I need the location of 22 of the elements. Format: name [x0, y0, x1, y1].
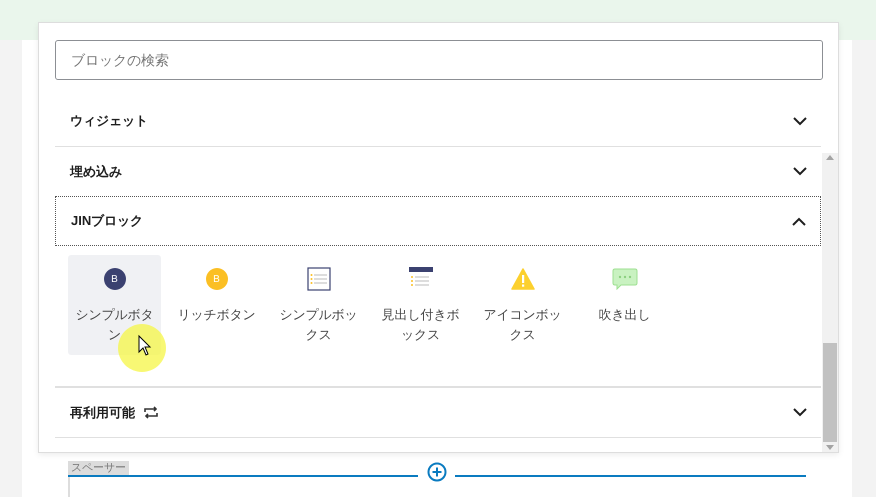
section-header[interactable]: JINブロック — [55, 196, 822, 246]
speech-bubble-icon — [612, 268, 638, 290]
chevron-down-icon — [793, 408, 808, 417]
block-item[interactable]: B リッチボタン — [170, 255, 263, 355]
block-item[interactable]: 吹き出し — [578, 255, 671, 355]
section-header[interactable]: 再利用可能 — [55, 387, 822, 437]
section-header[interactable]: 埋め込み — [55, 146, 822, 196]
list-box-icon — [306, 267, 330, 291]
scroll-down-icon[interactable] — [826, 444, 834, 450]
section-header[interactable]: ウィジェット — [55, 96, 822, 146]
search-field[interactable]: ブロックの検索 — [55, 40, 823, 80]
scroll-up-icon[interactable] — [826, 155, 834, 160]
warning-icon — [510, 268, 534, 290]
chevron-down-icon — [793, 167, 808, 176]
chevron-up-icon — [792, 216, 806, 226]
spacer-label: スペーサー — [68, 461, 129, 476]
block-item[interactable]: アイコンボックス — [476, 255, 569, 355]
block-item[interactable]: 見出し付きボックス — [374, 255, 467, 355]
scrollbar[interactable] — [822, 153, 838, 452]
block-item[interactable]: シンプルボックス — [272, 255, 365, 355]
cursor-highlight-icon — [118, 324, 166, 372]
chevron-down-icon — [793, 116, 808, 126]
